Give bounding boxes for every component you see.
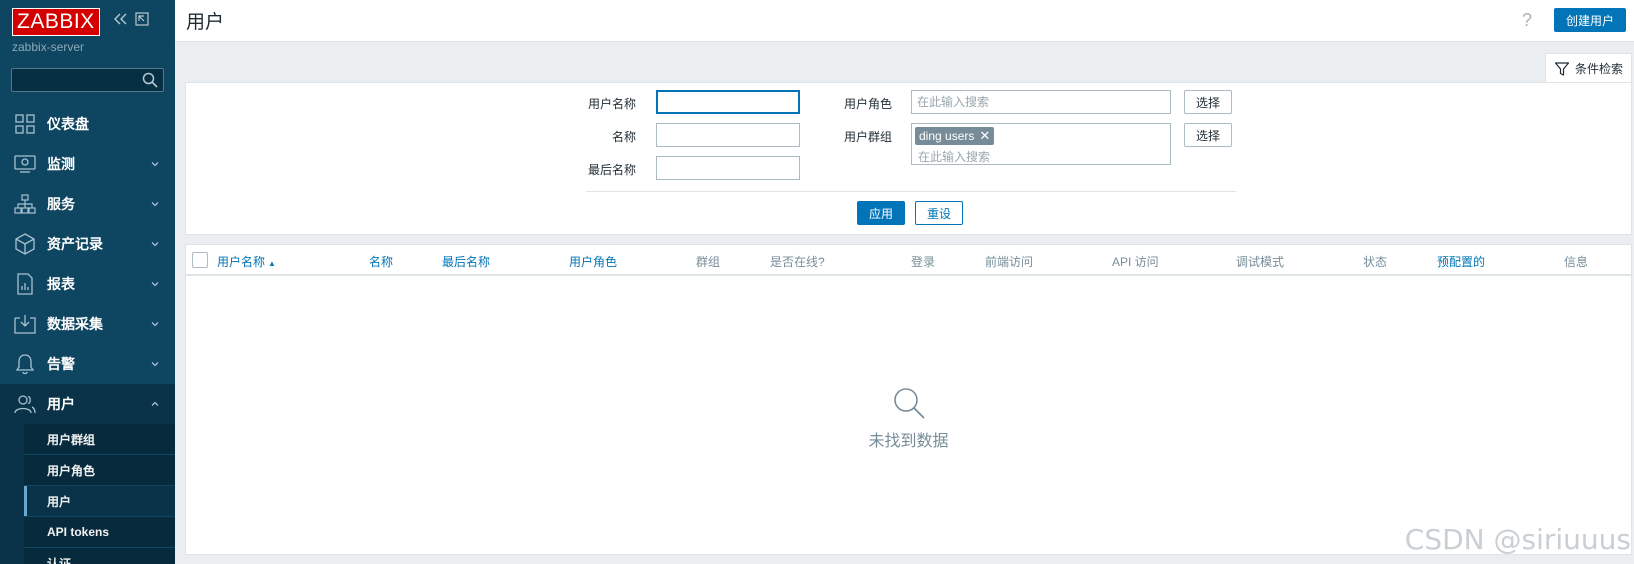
menu-item-dashboard[interactable]: 仪表盘 [0, 104, 175, 144]
chevron-up-icon [151, 401, 159, 406]
user-group-select-button[interactable]: 选择 [1184, 123, 1232, 147]
reset-button[interactable]: 重设 [915, 201, 963, 225]
user-group-label: 用户群组 [843, 130, 892, 144]
column-groups: 群组 [696, 255, 721, 269]
submenu-item-users[interactable]: 用户 [24, 486, 175, 517]
column-surname[interactable]: 最后名称 [442, 253, 490, 270]
chevron-down-icon [151, 362, 159, 367]
main-menu: 仪表盘 监测 服务 资产记录 报表 数据采集 告警 用户 用户群组 用户角色 用… [0, 104, 175, 564]
column-info: 信息 [1564, 255, 1589, 269]
filter-divider [586, 191, 1236, 192]
users-submenu: 用户群组 用户角色 用户 API tokens 认证 [0, 424, 175, 564]
server-name: zabbix-server [12, 40, 85, 54]
column-user-role[interactable]: 用户角色 [569, 253, 617, 270]
users-icon [13, 392, 37, 416]
filter-icon [1554, 61, 1570, 76]
submenu-item-user-groups[interactable]: 用户群组 [24, 424, 175, 455]
inventory-icon [13, 232, 37, 256]
user-group-multiselect[interactable]: ding users ✕ 在此输入搜索 [911, 123, 1171, 165]
kiosk-mode-icon[interactable] [134, 12, 150, 32]
menu-label: 仪表盘 [47, 116, 89, 132]
help-icon[interactable]: ? [1522, 10, 1532, 31]
menu-item-services[interactable]: 服务 [0, 184, 175, 224]
filter-panel: 用户名称 名称 最后名称 用户角色 选择 用户群组 ding users ✕ 在… [185, 82, 1632, 235]
surname-input[interactable] [656, 156, 800, 180]
user-role-select-button[interactable]: 选择 [1184, 90, 1232, 114]
submenu-item-user-roles[interactable]: 用户角色 [24, 455, 175, 486]
chevron-down-icon [151, 162, 159, 167]
search-icon[interactable] [141, 71, 159, 89]
remove-chip-icon[interactable]: ✕ [979, 128, 990, 144]
chevron-down-icon [151, 202, 159, 207]
submenu-item-api-tokens[interactable]: API tokens [24, 517, 175, 548]
menu-label: 资产记录 [47, 236, 103, 252]
no-data-message: 未找到数据 [186, 385, 1631, 451]
services-icon [13, 192, 37, 216]
data-collection-icon [13, 312, 37, 336]
menu-item-alerts[interactable]: 告警 [0, 344, 175, 384]
chip-label: ding users [919, 129, 975, 143]
watermark: CSDN @siriuuus [1404, 523, 1631, 556]
name-input[interactable] [656, 123, 800, 147]
username-label: 用户名称 [587, 97, 636, 111]
menu-label: 服务 [47, 196, 75, 212]
name-label: 名称 [611, 130, 636, 144]
no-data-text: 未找到数据 [868, 433, 949, 450]
menu-item-inventory[interactable]: 资产记录 [0, 224, 175, 264]
sidebar-search-input[interactable] [12, 69, 140, 91]
column-frontend-access: 前端访问 [985, 255, 1034, 269]
column-debug-mode: 调试模式 [1236, 255, 1285, 269]
menu-label: 告警 [47, 356, 75, 372]
apply-button[interactable]: 应用 [857, 201, 905, 225]
zabbix-logo[interactable]: ZABBIX [12, 8, 100, 36]
surname-label: 最后名称 [587, 163, 636, 177]
page-header: 用户 ? 创建用户 [175, 0, 1634, 42]
table-header: 用户名称 ▲ 名称 最后名称 用户角色 群组 是否在线? 登录 前端访问 API … [186, 245, 1631, 276]
chevron-down-icon [151, 242, 159, 247]
sidebar-search[interactable] [11, 68, 164, 92]
column-username[interactable]: 用户名称 ▲ [217, 253, 276, 270]
menu-label: 报表 [47, 276, 75, 292]
chevron-down-icon [151, 282, 159, 287]
search-icon [893, 388, 925, 419]
menu-label: 数据采集 [47, 316, 103, 332]
column-login: 登录 [911, 255, 936, 269]
user-group-chip: ding users ✕ [915, 127, 995, 145]
monitoring-icon [13, 152, 37, 176]
menu-label: 监测 [47, 156, 75, 172]
username-input[interactable] [656, 90, 800, 114]
collapse-sidebar-icon[interactable] [112, 12, 128, 32]
filter-tab-label: 条件检索 [1575, 62, 1624, 76]
page-title: 用户 [186, 12, 225, 33]
select-all-checkbox[interactable] [192, 252, 208, 268]
dashboard-icon [13, 112, 37, 136]
column-online: 是否在线? [770, 255, 825, 269]
user-role-input[interactable] [911, 90, 1171, 114]
column-status: 状态 [1363, 255, 1388, 269]
create-user-button[interactable]: 创建用户 [1553, 8, 1626, 32]
column-provisioned[interactable]: 预配置的 [1437, 253, 1485, 270]
menu-item-users[interactable]: 用户 [0, 384, 175, 424]
reports-icon [13, 272, 37, 296]
menu-label: 用户 [47, 396, 75, 412]
submenu-item-authentication[interactable]: 认证 [24, 548, 175, 564]
logo-row: ZABBIX [12, 8, 150, 36]
users-table: 用户名称 ▲ 名称 最后名称 用户角色 群组 是否在线? 登录 前端访问 API … [185, 244, 1632, 555]
alerts-icon [13, 352, 37, 376]
filter-tab[interactable]: 条件检索 [1545, 53, 1632, 83]
column-name[interactable]: 名称 [369, 253, 393, 270]
menu-item-data-collection[interactable]: 数据采集 [0, 304, 175, 344]
menu-item-reports[interactable]: 报表 [0, 264, 175, 304]
column-api-access: API 访问 [1112, 255, 1159, 269]
sidebar: ZABBIX zabbix-server 仪表盘 监测 服务 资产记录 报表 数… [0, 0, 175, 564]
menu-item-monitoring[interactable]: 监测 [0, 144, 175, 184]
sort-asc-icon: ▲ [268, 259, 276, 268]
user-role-label: 用户角色 [843, 97, 892, 111]
chevron-down-icon [151, 322, 159, 327]
user-group-placeholder[interactable]: 在此输入搜索 [918, 148, 990, 165]
